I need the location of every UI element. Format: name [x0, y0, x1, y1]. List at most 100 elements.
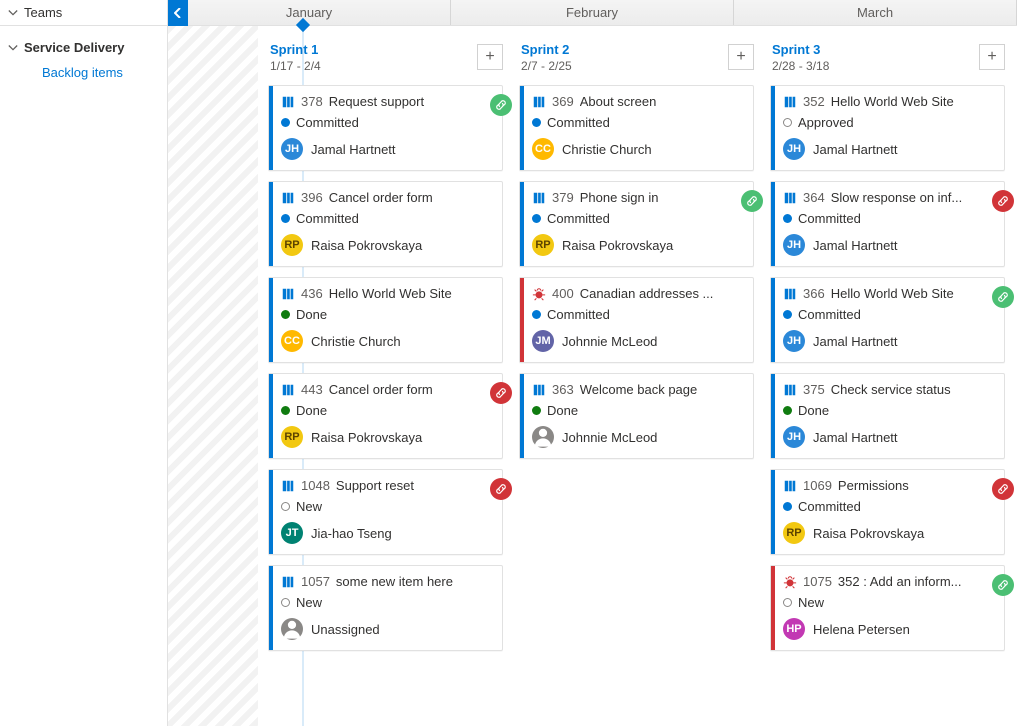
lane-expander[interactable]: Service Delivery: [0, 34, 167, 61]
state-dot-icon: [783, 502, 792, 511]
link-badge-icon[interactable]: [992, 478, 1014, 500]
add-card-button[interactable]: +: [979, 44, 1005, 70]
work-item-card[interactable]: 1069PermissionsCommittedRPRaisa Pokrovsk…: [770, 469, 1005, 555]
link-badge-icon[interactable]: [490, 94, 512, 116]
card-assignee-row: RPRaisa Pokrovskaya: [279, 426, 492, 448]
card-assignee-row: RPRaisa Pokrovskaya: [279, 234, 492, 256]
work-item-card[interactable]: 379Phone sign inCommittedRPRaisa Pokrovs…: [519, 181, 754, 267]
work-item-id: 352: [803, 94, 825, 109]
work-item-card[interactable]: 363Welcome back pageDoneJohnnie McLeod: [519, 373, 754, 459]
work-item-state: Approved: [798, 115, 854, 130]
card-title-row: 366Hello World Web Site: [781, 286, 994, 301]
sprint-title[interactable]: Sprint 3: [772, 42, 1003, 57]
work-item-title: Canadian addresses ...: [580, 286, 743, 301]
card-assignee-row: JHJamal Hartnett: [781, 138, 994, 160]
work-item-id: 1069: [803, 478, 832, 493]
work-item-title: Cancel order form: [329, 190, 492, 205]
work-item-id: 1075: [803, 574, 832, 589]
plus-icon: +: [987, 48, 996, 66]
book-icon: [783, 287, 797, 301]
avatar: [532, 426, 554, 448]
sprint-title[interactable]: Sprint 1: [270, 42, 501, 57]
book-icon: [532, 191, 546, 205]
work-item-id: 443: [301, 382, 323, 397]
sprint-column: Sprint 11/17 - 2/4+378Request supportCom…: [268, 38, 503, 714]
avatar: RP: [281, 426, 303, 448]
assignee-name: Jamal Hartnett: [813, 142, 898, 157]
work-item-state: New: [296, 499, 322, 514]
card-stripe: [771, 470, 775, 554]
work-item-card[interactable]: 1075352 : Add an inform...NewHPHelena Pe…: [770, 565, 1005, 651]
link-badge-icon[interactable]: [992, 286, 1014, 308]
work-item-id: 375: [803, 382, 825, 397]
sprint-title[interactable]: Sprint 2: [521, 42, 752, 57]
timeline-back-button[interactable]: [168, 0, 188, 26]
link-badge-icon[interactable]: [490, 382, 512, 404]
sprint-column: Sprint 22/7 - 2/25+ 369About screenCommit…: [519, 38, 754, 714]
card-assignee-row: JHJamal Hartnett: [279, 138, 492, 160]
work-item-id: 369: [552, 94, 574, 109]
assignee-name: Jamal Hartnett: [813, 430, 898, 445]
card-stripe: [269, 566, 273, 650]
link-badge-icon[interactable]: [490, 478, 512, 500]
card-title-row: 1048Support reset: [279, 478, 492, 493]
work-item-title: 352 : Add an inform...: [838, 574, 994, 589]
month-march[interactable]: March: [734, 0, 1017, 25]
work-item-id: 400: [552, 286, 574, 301]
state-dot-icon: [281, 502, 290, 511]
card-stripe: [771, 374, 775, 458]
add-card-button[interactable]: +: [728, 44, 754, 70]
book-icon: [783, 383, 797, 397]
book-icon: [532, 383, 546, 397]
work-item-state: Committed: [547, 307, 610, 322]
work-item-title: some new item here: [336, 574, 492, 589]
avatar: RP: [783, 522, 805, 544]
work-item-title: Hello World Web Site: [831, 94, 994, 109]
book-icon: [281, 95, 295, 109]
month-january[interactable]: January: [168, 0, 451, 25]
work-item-card[interactable]: 364Slow response on inf...CommittedJHJam…: [770, 181, 1005, 267]
work-item-card[interactable]: 366Hello World Web SiteCommittedJHJamal …: [770, 277, 1005, 363]
chevron-left-icon: [174, 8, 182, 18]
work-item-card[interactable]: 1057some new item hereNewUnassigned: [268, 565, 503, 651]
work-item-card[interactable]: 375Check service statusDoneJHJamal Hartn…: [770, 373, 1005, 459]
card-assignee-row: CCChristie Church: [530, 138, 743, 160]
card-assignee-row: CCChristie Church: [279, 330, 492, 352]
work-item-card[interactable]: 369About screenCommittedCCChristie Churc…: [519, 85, 754, 171]
link-badge-icon[interactable]: [992, 190, 1014, 212]
card-title-row: 400 Canadian addresses ...: [530, 286, 743, 301]
card-title-row: 1057some new item here: [279, 574, 492, 589]
work-item-state: New: [798, 595, 824, 610]
book-icon: [281, 479, 295, 493]
card-state-row: New: [781, 595, 994, 610]
card-stripe: [269, 374, 273, 458]
card-assignee-row: RPRaisa Pokrovskaya: [530, 234, 743, 256]
card-stripe: [771, 86, 775, 170]
work-item-card[interactable]: 352 Hello World Web Site Approved JHJamal H…: [770, 85, 1005, 171]
sprint-dates: 2/28 - 3/18: [772, 59, 1003, 73]
work-item-id: 363: [552, 382, 574, 397]
work-item-card[interactable]: 378Request supportCommittedJHJamal Hartn…: [268, 85, 503, 171]
work-item-id: 366: [803, 286, 825, 301]
work-item-card[interactable]: 1048Support resetNewJTJia-hao Tseng: [268, 469, 503, 555]
card-stripe: [771, 566, 775, 650]
work-item-card[interactable]: 436Hello World Web SiteDoneCCChristie Ch…: [268, 277, 503, 363]
avatar: HP: [783, 618, 805, 640]
card-state-row: Committed: [530, 115, 743, 130]
link-badge-icon[interactable]: [741, 190, 763, 212]
state-dot-icon: [281, 310, 290, 319]
card-assignee-row: RPRaisa Pokrovskaya: [781, 522, 994, 544]
work-item-card[interactable]: 443Cancel order formDoneRPRaisa Pokrovsk…: [268, 373, 503, 459]
work-item-card[interactable]: 396Cancel order formCommittedRPRaisa Pok…: [268, 181, 503, 267]
teams-expander[interactable]: Teams: [0, 0, 168, 25]
card-title-row: 1075 352 : Add an inform...: [781, 574, 994, 589]
backlog-items-link[interactable]: Backlog items: [0, 61, 167, 84]
link-badge-icon[interactable]: [992, 574, 1014, 596]
work-item-card[interactable]: 400Canadian addresses ...CommittedJMJohn…: [519, 277, 754, 363]
sprint-header: Sprint 22/7 - 2/25+: [519, 38, 754, 75]
avatar: JH: [783, 426, 805, 448]
add-card-button[interactable]: +: [477, 44, 503, 70]
state-dot-icon: [281, 598, 290, 607]
card-title-row: 363Welcome back page: [530, 382, 743, 397]
month-february[interactable]: February: [451, 0, 734, 25]
